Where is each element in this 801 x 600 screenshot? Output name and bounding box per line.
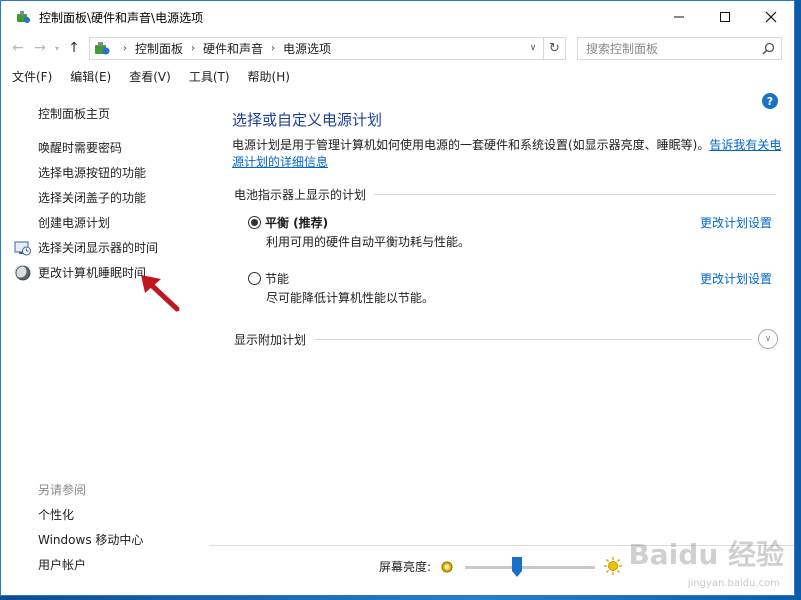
control-panel-home-link[interactable]: 控制面板主页: [38, 105, 110, 122]
maximize-icon: [720, 12, 730, 22]
breadcrumb-power-options[interactable]: 电源选项: [283, 40, 331, 57]
watermark-url: jingyan.baidu.com: [687, 578, 780, 589]
brightness-label: 屏幕亮度:: [379, 560, 432, 574]
see-also-header: 另请参阅: [38, 483, 87, 497]
up-button[interactable]: ↑: [63, 37, 85, 59]
chevron-down-icon: ▾: [54, 43, 59, 53]
battery-plans-section-header: 电池指示器上显示的计划: [234, 187, 776, 202]
description-text: 电源计划是用于管理计算机如何使用电源的一套硬件和系统设置(如显示器亮度、睡眠等)…: [232, 138, 710, 152]
menu-bar: 文件(F) 编辑(E) 查看(V) 工具(T) 帮助(H): [1, 63, 794, 89]
task-label: 唤醒时需要密码: [38, 141, 123, 155]
change-plan-settings-link[interactable]: 更改计划设置: [700, 270, 772, 287]
close-button[interactable]: [748, 1, 794, 33]
task-label: 创建电源计划: [38, 216, 111, 230]
search-icon[interactable]: [762, 42, 775, 55]
chevron-down-icon: ∨: [529, 43, 537, 53]
expand-chevron-icon[interactable]: ∨: [758, 329, 778, 349]
dim-brightness-icon: [441, 561, 453, 573]
plan-subtitle: 利用可用的硬件自动平衡功耗与性能。: [266, 235, 471, 249]
watermark-logo: Baidu 经验: [628, 538, 784, 571]
section-divider: [314, 338, 752, 340]
window-title: 控制面板\硬件和声音\电源选项: [39, 10, 204, 25]
task-label: 更改计算机睡眠时间: [38, 266, 147, 280]
up-arrow-icon: ↑: [68, 40, 80, 56]
breadcrumb-separator-icon: ›: [191, 42, 196, 54]
address-history-button[interactable]: ∨: [523, 38, 543, 59]
plan-subtitle: 尽可能降低计算机性能以节能。: [266, 291, 435, 305]
see-also-user-accounts[interactable]: 用户帐户: [38, 556, 143, 581]
section-header-label: 电池指示器上显示的计划: [234, 187, 367, 202]
see-also-personalization[interactable]: 个性化: [38, 506, 143, 531]
brightness-slider-thumb[interactable]: [512, 557, 522, 577]
title-bar: 控制面板\硬件和声音\电源选项: [1, 1, 794, 33]
control-panel-window: 控制面板\硬件和声音\电源选项 ← → ▾ ↑ › 控制面板 › 硬件和声音 ›: [0, 0, 795, 596]
see-also-mobility-center[interactable]: Windows 移动中心: [38, 531, 143, 556]
moon-icon: [14, 265, 31, 280]
forward-button[interactable]: →: [29, 37, 51, 59]
page-title: 选择或自定义电源计划: [232, 111, 383, 129]
close-icon: [765, 11, 777, 23]
task-display-off-time[interactable]: 选择关闭显示器的时间: [14, 235, 158, 260]
plan-name[interactable]: 平衡 (推荐): [265, 214, 328, 231]
additional-plans-label: 显示附加计划: [234, 332, 307, 347]
see-also-section: 另请参阅 个性化 Windows 移动中心 用户帐户: [38, 481, 143, 581]
breadcrumb-separator-icon: ›: [271, 42, 276, 54]
left-pane: 控制面板主页 唤醒时需要密码 选择电源按钮的功能 选择关闭盖子的功能 创建电源计…: [1, 89, 209, 595]
task-list: 唤醒时需要密码 选择电源按钮的功能 选择关闭盖子的功能 创建电源计划 选择关闭显…: [14, 135, 158, 285]
maximize-button[interactable]: [702, 1, 748, 33]
show-additional-plans[interactable]: 显示附加计划 ∨: [234, 328, 778, 350]
plan-power-saver-radio[interactable]: [248, 271, 261, 285]
task-power-button[interactable]: 选择电源按钮的功能: [14, 160, 158, 185]
back-button[interactable]: ←: [7, 37, 29, 59]
task-lid-close[interactable]: 选择关闭盖子的功能: [14, 185, 158, 210]
task-label: 选择关闭盖子的功能: [38, 191, 147, 205]
monitor-clock-icon: [14, 241, 31, 255]
page-description: 电源计划是用于管理计算机如何使用电源的一套硬件和系统设置(如显示器亮度、睡眠等)…: [232, 137, 782, 171]
main-pane: ? 选择或自定义电源计划 电源计划是用于管理计算机如何使用电源的一套硬件和系统设…: [232, 89, 781, 595]
menu-view[interactable]: 查看(V): [128, 66, 172, 87]
menu-file[interactable]: 文件(F): [11, 66, 53, 87]
power-options-icon: [17, 11, 30, 23]
task-wake-password[interactable]: 唤醒时需要密码: [14, 135, 158, 160]
refresh-button[interactable]: ↻: [544, 36, 566, 60]
task-sleep-time[interactable]: 更改计算机睡眠时间: [14, 260, 158, 285]
plan-balanced: 平衡 (推荐) 利用可用的硬件自动平衡功耗与性能。 更改计划设置: [248, 212, 776, 252]
plan-balanced-radio[interactable]: [248, 215, 261, 229]
recent-locations-button[interactable]: ▾: [51, 37, 63, 59]
task-label: 选择电源按钮的功能: [38, 166, 147, 180]
bright-sun-icon: [604, 557, 622, 575]
plan-power-saver: 节能 尽可能降低计算机性能以节能。 更改计划设置: [248, 268, 776, 308]
brightness-bar: 屏幕亮度: Baidu 经验 jingyan.baidu.com: [209, 538, 794, 595]
task-create-plan[interactable]: 创建电源计划: [14, 210, 158, 235]
search-placeholder: 搜索控制面板: [586, 41, 659, 56]
navigation-bar: ← → ▾ ↑ › 控制面板 › 硬件和声音 › 电源选项 ∨ ↻ 搜索控制面板: [1, 33, 794, 63]
minimize-icon: [674, 16, 684, 18]
forward-arrow-icon: →: [34, 40, 46, 56]
content-area: 控制面板主页 唤醒时需要密码 选择电源按钮的功能 选择关闭盖子的功能 创建电源计…: [1, 89, 794, 595]
menu-tools[interactable]: 工具(T): [188, 66, 231, 87]
minimize-button[interactable]: [656, 1, 702, 33]
address-bar[interactable]: › 控制面板 › 硬件和声音 › 电源选项 ∨: [89, 36, 544, 60]
change-plan-settings-link[interactable]: 更改计划设置: [700, 214, 772, 231]
section-divider: [374, 193, 776, 195]
plan-name[interactable]: 节能: [265, 270, 289, 287]
breadcrumb-hardware-sound[interactable]: 硬件和声音: [203, 40, 263, 57]
control-panel-icon: [95, 42, 110, 55]
breadcrumb-control-panel[interactable]: 控制面板: [135, 40, 183, 57]
search-input[interactable]: 搜索控制面板: [577, 36, 782, 60]
menu-help[interactable]: 帮助(H): [247, 66, 291, 87]
breadcrumb-separator-icon: ›: [123, 42, 127, 54]
back-arrow-icon: ←: [12, 40, 24, 56]
task-label: 选择关闭显示器的时间: [38, 241, 159, 255]
menu-edit[interactable]: 编辑(E): [69, 66, 112, 87]
brightness-slider-track[interactable]: [465, 566, 595, 569]
annotation-arrow-icon: [141, 275, 180, 312]
refresh-icon: ↻: [549, 40, 560, 56]
help-icon[interactable]: ?: [762, 93, 778, 109]
